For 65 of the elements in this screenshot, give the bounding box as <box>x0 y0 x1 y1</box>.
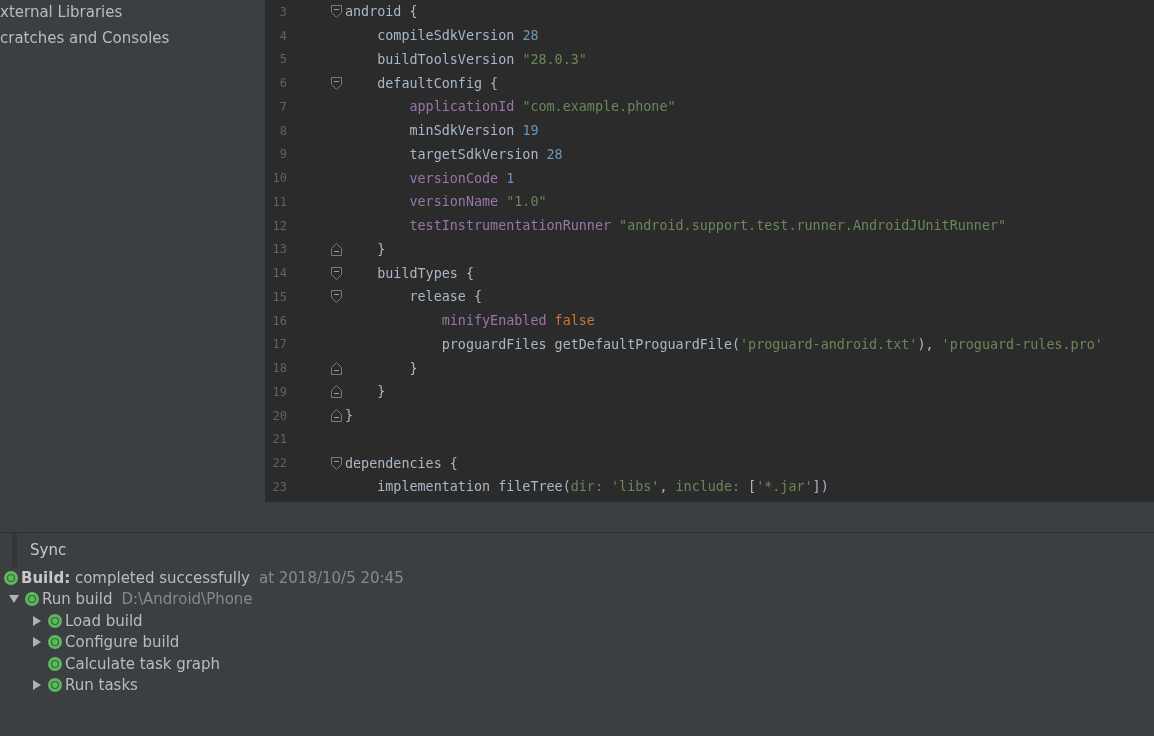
code-line: defaultConfig { <box>376 75 499 91</box>
tree-item-detail: D:\Android\Phone <box>121 590 253 609</box>
code-line: release { <box>408 289 483 305</box>
line-number: 5 <box>278 52 287 67</box>
code-line: } <box>376 384 386 400</box>
tree-item[interactable]: cratches and Consoles <box>0 27 265 53</box>
line-number: 12 <box>271 218 287 233</box>
line-number: 10 <box>271 171 287 186</box>
code-line: proguardFiles getDefaultProguardFile('proguard-android.txt'), 'proguard-rules.pro' <box>440 336 1103 352</box>
line-number: 20 <box>271 408 287 423</box>
line-number: 6 <box>278 76 287 91</box>
line-number: 3 <box>278 4 287 19</box>
fold-marker-icon[interactable] <box>331 5 342 19</box>
line-number: 9 <box>278 147 287 162</box>
line-number: 4 <box>278 28 287 43</box>
sync-tab[interactable]: Sync <box>17 533 79 567</box>
collapsed-arrow-icon[interactable] <box>31 637 42 648</box>
tree-item-label[interactable]: Run tasks <box>65 676 138 695</box>
code-line: targetSdkVersion 28 <box>408 146 563 162</box>
code-line: buildToolsVersion "28.0.3" <box>376 51 587 67</box>
code-line: compileSdkVersion 28 <box>376 28 539 44</box>
line-number: 15 <box>271 289 287 304</box>
code-line: } <box>376 241 386 257</box>
tree-item-label[interactable]: Load build <box>65 611 143 630</box>
line-number: 18 <box>271 361 287 376</box>
line-number: 11 <box>271 194 287 209</box>
line-number: 17 <box>271 337 287 352</box>
line-number: 22 <box>271 456 287 471</box>
expanded-arrow-icon[interactable] <box>8 594 19 605</box>
fold-marker-icon[interactable] <box>331 76 342 90</box>
tree-item-label[interactable]: Configure build <box>65 633 180 652</box>
code-line: android { <box>345 4 418 20</box>
tree-item-label[interactable]: Run build <box>42 590 113 609</box>
code-line: applicationId "com.example.phone" <box>408 99 676 115</box>
line-number: 13 <box>271 242 287 257</box>
unfold-marker-icon[interactable] <box>331 242 342 256</box>
code-line: versionCode 1 <box>408 170 515 186</box>
code-line: buildTypes { <box>376 265 474 281</box>
code-line: } <box>408 360 418 376</box>
line-number: 19 <box>271 384 287 399</box>
code-line: implementation fileTree(dir: 'libs', include: ['*.jar']) <box>376 479 829 495</box>
unfold-marker-icon[interactable] <box>331 361 342 375</box>
tree-item-label[interactable]: Calculate task graph <box>65 654 221 673</box>
code-line: minSdkVersion 19 <box>408 123 539 139</box>
collapsed-arrow-icon[interactable] <box>31 680 42 691</box>
code-line: dependencies { <box>345 455 458 471</box>
line-number: 16 <box>271 313 287 328</box>
code-line: minifyEnabled false <box>440 313 595 329</box>
tree-item[interactable]: xternal Libraries <box>0 1 265 27</box>
fold-marker-icon[interactable] <box>331 266 342 280</box>
collapsed-arrow-icon[interactable] <box>31 615 42 626</box>
tree-item-detail: at 2018/10/5 20:45 <box>258 568 404 587</box>
line-number: 7 <box>278 99 287 114</box>
code-line: versionName "1.0" <box>408 194 547 210</box>
tree-item-label[interactable]: Build: completed successfully <box>21 568 250 587</box>
unfold-marker-icon[interactable] <box>331 385 342 399</box>
line-number: 23 <box>271 479 287 494</box>
code-line: } <box>345 408 354 424</box>
unfold-marker-icon[interactable] <box>331 409 342 423</box>
fold-marker-icon[interactable] <box>331 456 342 470</box>
fold-marker-icon[interactable] <box>331 290 342 304</box>
line-number: 14 <box>271 266 287 281</box>
line-number: 21 <box>271 432 287 447</box>
code-line: testInstrumentationRunner "android.support.test.runner.AndroidJUnitRunner" <box>408 218 1007 234</box>
line-number: 8 <box>278 123 287 138</box>
